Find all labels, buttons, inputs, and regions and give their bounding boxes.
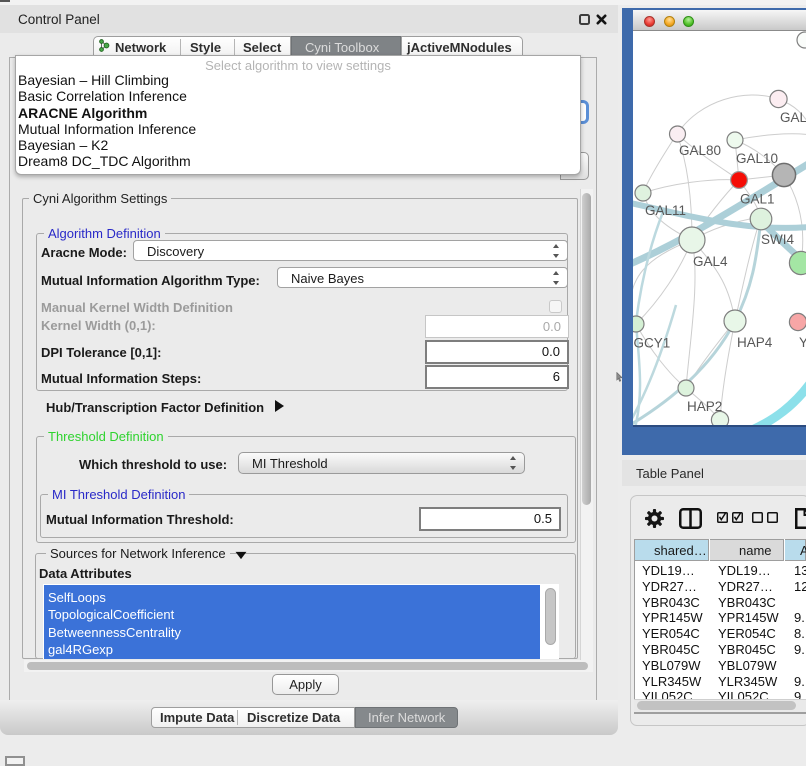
svg-text:GAL11: GAL11 xyxy=(645,203,686,218)
svg-text:SWI4: SWI4 xyxy=(761,232,794,247)
svg-text:GAL10: GAL10 xyxy=(736,151,778,166)
svg-text:GAL7: GAL7 xyxy=(780,110,806,125)
svg-text:GAL4: GAL4 xyxy=(693,254,728,269)
svg-text:HAP4: HAP4 xyxy=(737,335,773,350)
svg-text:GAL80: GAL80 xyxy=(679,143,721,158)
svg-text:HAP2: HAP2 xyxy=(687,399,722,414)
svg-text:Y: Y xyxy=(799,335,806,350)
svg-text:GAL1: GAL1 xyxy=(740,192,775,207)
svg-text:GCY1: GCY1 xyxy=(634,336,671,351)
